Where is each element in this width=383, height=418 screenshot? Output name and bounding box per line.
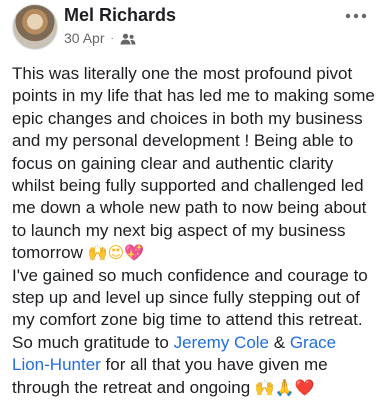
post-paragraph: So much gratitude to Jeremy Cole & Grace… bbox=[12, 332, 378, 399]
post-text: This was literally one the most profound… bbox=[12, 64, 375, 263]
avatar[interactable] bbox=[12, 4, 58, 50]
sparkling-heart-emoji: 💖 bbox=[124, 243, 145, 263]
friends-icon[interactable] bbox=[120, 32, 136, 45]
red-heart-emoji: ❤️ bbox=[294, 377, 315, 397]
raising-hands-emoji: 🙌 bbox=[87, 243, 108, 263]
post-text: I've gained so much confidence and coura… bbox=[12, 265, 368, 330]
post-header: Mel Richards 30 Apr · bbox=[0, 0, 383, 58]
meta-separator: · bbox=[110, 32, 114, 44]
mention-link[interactable]: Jeremy Cole bbox=[174, 333, 269, 352]
post-text: So much gratitude to bbox=[12, 332, 174, 352]
folded-hands-emoji: 🙏 bbox=[274, 377, 295, 397]
post-date[interactable]: 30 Apr bbox=[64, 30, 104, 46]
post-paragraph: I've gained so much confidence and coura… bbox=[12, 265, 378, 332]
post-meta: 30 Apr · bbox=[64, 30, 136, 46]
raising-hands-emoji: 🙌 bbox=[254, 377, 275, 397]
post-body: This was literally one the most profound… bbox=[12, 63, 378, 399]
author-name[interactable]: Mel Richards bbox=[64, 5, 176, 26]
post-paragraph: This was literally one the most profound… bbox=[12, 63, 378, 265]
more-options-icon[interactable] bbox=[343, 6, 369, 26]
post-text: & bbox=[269, 332, 290, 352]
heart-eyes-emoji: 😍 bbox=[107, 243, 125, 263]
